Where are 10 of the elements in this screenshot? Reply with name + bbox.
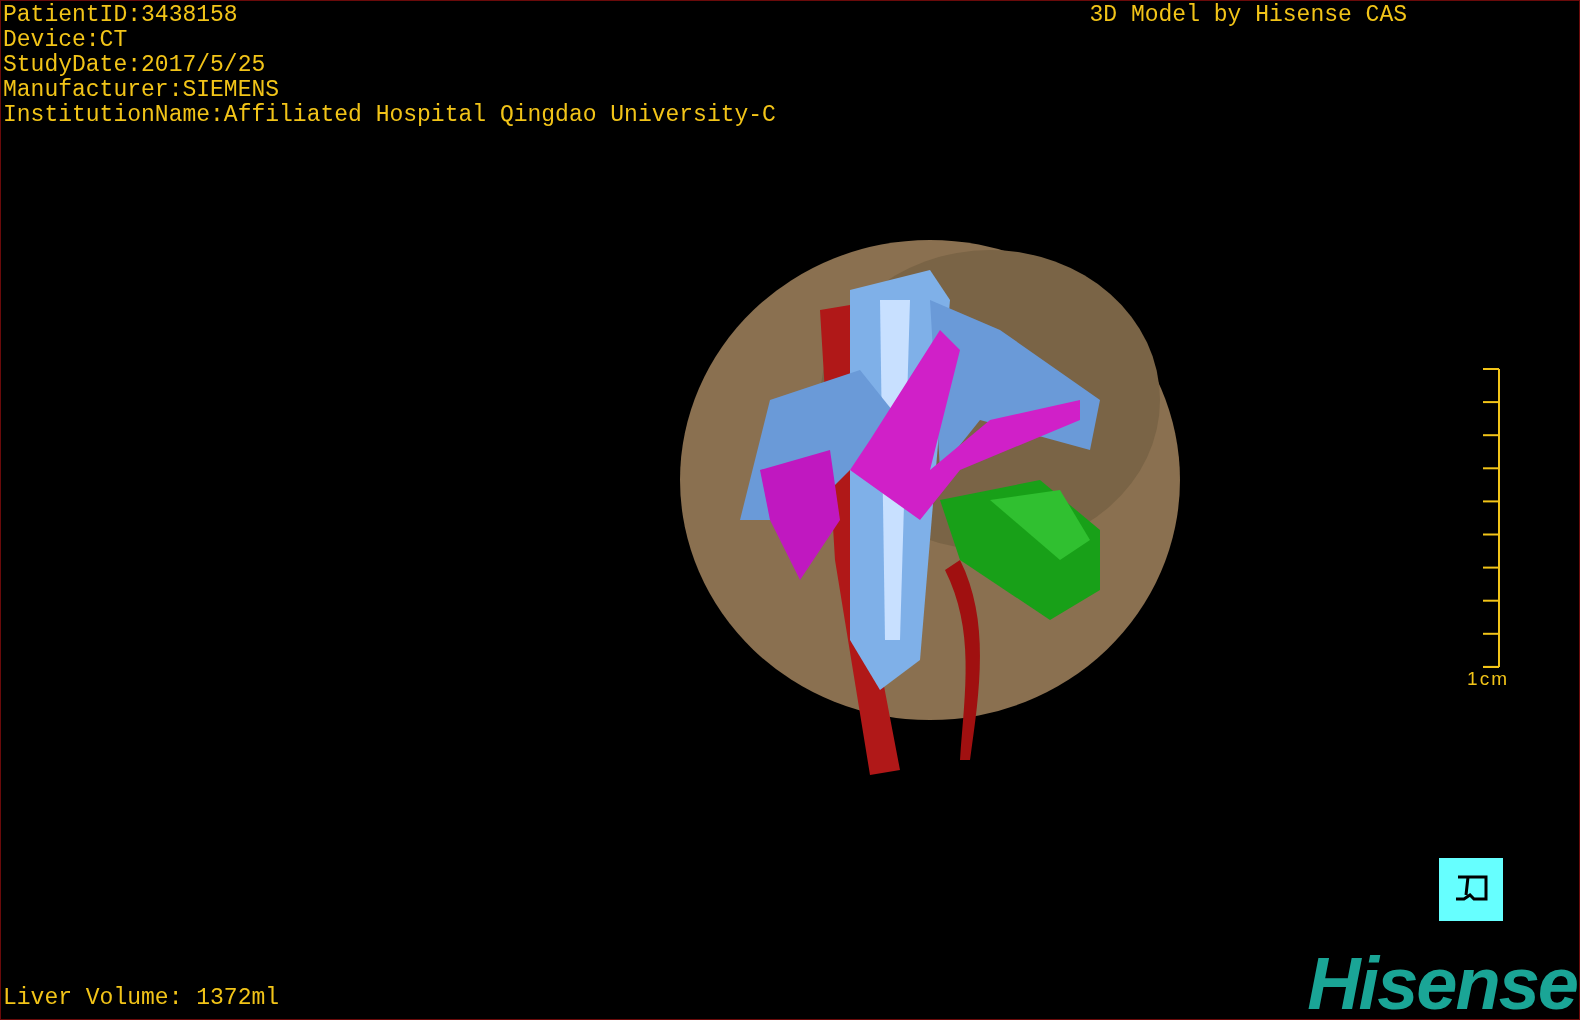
liver-volume-text: Liver Volume: 1372ml <box>2 986 280 1013</box>
patient-info-text: StudyDate:2017/5/25 <box>3 53 267 78</box>
model-credit-text: 3D Model by Hisense CAS <box>1089 3 1407 28</box>
patient-info-text: PatientID:3438158 <box>3 3 239 28</box>
patient-info-text: Manufacturer:SIEMENS <box>3 78 281 103</box>
brand-logo: Hisense <box>1307 949 1578 1019</box>
patient-info-text: Device:CT <box>3 28 129 53</box>
scale-label: 1cm <box>1467 668 1509 690</box>
patient-info-text: InstitutionName:Affiliated Hospital Qingdao University-C <box>3 103 776 128</box>
view-mode-button[interactable] <box>1439 858 1503 921</box>
